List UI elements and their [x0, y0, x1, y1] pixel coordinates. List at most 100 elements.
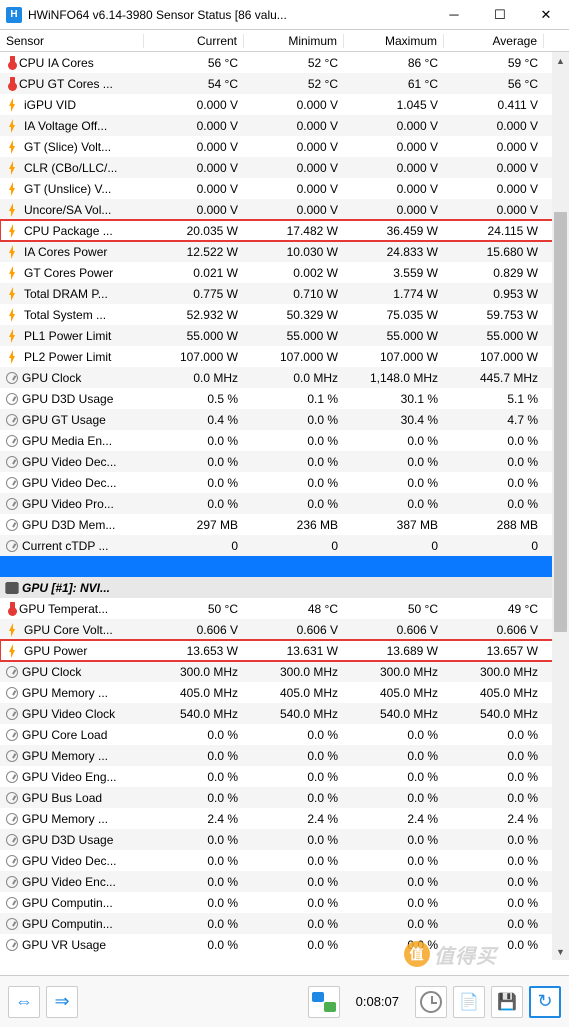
- maximize-button[interactable]: ☐: [477, 0, 523, 30]
- sensor-row[interactable]: GPU Memory ...0.0 %0.0 %0.0 %0.0 %: [0, 745, 569, 766]
- sensor-row[interactable]: GPU Video Dec...0.0 %0.0 %0.0 %0.0 %: [0, 472, 569, 493]
- val-current: 0.0 %: [144, 476, 244, 490]
- sensor-row[interactable]: GPU Clock300.0 MHz300.0 MHz300.0 MHz300.…: [0, 661, 569, 682]
- sensor-row[interactable]: GPU Video Pro...0.0 %0.0 %0.0 %0.0 %: [0, 493, 569, 514]
- sensor-row[interactable]: GPU Temperat...50 °C48 °C50 °C49 °C: [0, 598, 569, 619]
- sensor-row[interactable]: GPU Computin...0.0 %0.0 %0.0 %0.0 %: [0, 892, 569, 913]
- sensor-row[interactable]: PL2 Power Limit107.000 W107.000 W107.000…: [0, 346, 569, 367]
- sensor-row[interactable]: GPU Bus Load0.0 %0.0 %0.0 %0.0 %: [0, 787, 569, 808]
- col-minimum[interactable]: Minimum: [244, 34, 344, 48]
- titlebar[interactable]: H HWiNFO64 v6.14-3980 Sensor Status [86 …: [0, 0, 569, 30]
- sensor-name: GPU Bus Load: [22, 791, 102, 805]
- sensor-row[interactable]: CPU Package ...20.035 W17.482 W36.459 W2…: [0, 220, 569, 241]
- sensor-row[interactable]: CPU IA Cores56 °C52 °C86 °C59 °C: [0, 52, 569, 73]
- val-min: 0.0 %: [244, 770, 344, 784]
- sensor-row[interactable]: GPU Video Dec...0.0 %0.0 %0.0 %0.0 %: [0, 850, 569, 871]
- val-avg: 0.953 W: [444, 287, 544, 301]
- sensor-row[interactable]: GPU Computin...0.0 %0.0 %0.0 %0.0 %: [0, 913, 569, 934]
- val-min: 0.000 V: [244, 119, 344, 133]
- sensor-row[interactable]: GPU GT Usage0.4 %0.0 %30.4 %4.7 %: [0, 409, 569, 430]
- val-min: 2.4 %: [244, 812, 344, 826]
- clock-icon: [420, 991, 442, 1013]
- sensor-row[interactable]: PL1 Power Limit55.000 W55.000 W55.000 W5…: [0, 325, 569, 346]
- sensor-name: IA Voltage Off...: [24, 119, 107, 133]
- sensor-row[interactable]: iGPU VID0.000 V0.000 V1.045 V0.411 V: [0, 94, 569, 115]
- scroll-down-button[interactable]: ▼: [552, 943, 569, 960]
- save-button[interactable]: 💾: [491, 986, 523, 1018]
- sensor-row[interactable]: GPU Video Clock540.0 MHz540.0 MHz540.0 M…: [0, 703, 569, 724]
- sensor-row[interactable]: IA Cores Power12.522 W10.030 W24.833 W15…: [0, 241, 569, 262]
- sensor-name: GPU Video Enc...: [22, 875, 116, 889]
- gauge-icon: [6, 729, 18, 741]
- sensor-row[interactable]: GPU D3D Mem...297 MB236 MB387 MB288 MB: [0, 514, 569, 535]
- sensor-name: GPU Video Eng...: [22, 770, 117, 784]
- sensor-row[interactable]: GPU D3D Usage0.0 %0.0 %0.0 %0.0 %: [0, 829, 569, 850]
- sensor-row[interactable]: GPU VR Usage0.0 %0.0 %0.0 %0.0 %: [0, 934, 569, 955]
- sensor-row[interactable]: GPU Memory ...405.0 MHz405.0 MHz405.0 MH…: [0, 682, 569, 703]
- sensor-row[interactable]: GPU Video Eng...0.0 %0.0 %0.0 %0.0 %: [0, 766, 569, 787]
- val-min: 0.0 %: [244, 875, 344, 889]
- val-max: 0.0 %: [344, 833, 444, 847]
- sensor-row[interactable]: Uncore/SA Vol...0.000 V0.000 V0.000 V0.0…: [0, 199, 569, 220]
- sensor-row[interactable]: GPU Power13.653 W13.631 W13.689 W13.657 …: [0, 640, 569, 661]
- sensor-row[interactable]: GPU D3D Usage0.5 %0.1 %30.1 %5.1 %: [0, 388, 569, 409]
- val-current: 0.0 %: [144, 749, 244, 763]
- reset-button[interactable]: ↻: [529, 986, 561, 1018]
- network-button[interactable]: [308, 986, 340, 1018]
- val-min: 0.0 %: [244, 917, 344, 931]
- sensor-row[interactable]: IA Voltage Off...0.000 V0.000 V0.000 V0.…: [0, 115, 569, 136]
- val-min: 50.329 W: [244, 308, 344, 322]
- log-button[interactable]: 📄: [453, 986, 485, 1018]
- val-max: 0.0 %: [344, 938, 444, 952]
- val-current: 0.0 %: [144, 770, 244, 784]
- sensor-row[interactable]: GPU Video Enc...0.0 %0.0 %0.0 %0.0 %: [0, 871, 569, 892]
- sensor-row[interactable]: CLR (CBo/LLC/...0.000 V0.000 V0.000 V0.0…: [0, 157, 569, 178]
- sensor-row[interactable]: GPU Clock0.0 MHz0.0 MHz1,148.0 MHz445.7 …: [0, 367, 569, 388]
- val-current: 0.000 V: [144, 140, 244, 154]
- sensor-row[interactable]: GT (Slice) Volt...0.000 V0.000 V0.000 V0…: [0, 136, 569, 157]
- bolt-icon: [6, 308, 20, 322]
- sensor-row[interactable]: Current cTDP ...0000: [0, 535, 569, 556]
- col-average[interactable]: Average: [444, 34, 544, 48]
- sensor-row[interactable]: GPU Core Load0.0 %0.0 %0.0 %0.0 %: [0, 724, 569, 745]
- sensor-row[interactable]: CPU GT Cores ...54 °C52 °C61 °C56 °C: [0, 73, 569, 94]
- val-max: 300.0 MHz: [344, 665, 444, 679]
- col-maximum[interactable]: Maximum: [344, 34, 444, 48]
- scrollbar[interactable]: ▲ ▼: [552, 52, 569, 960]
- val-avg: 0.000 V: [444, 119, 544, 133]
- bolt-icon: [6, 119, 20, 133]
- sensor-row[interactable]: GPU Media En...0.0 %0.0 %0.0 %0.0 %: [0, 430, 569, 451]
- minimize-button[interactable]: ─: [431, 0, 477, 30]
- sensor-row[interactable]: GPU Video Dec...0.0 %0.0 %0.0 %0.0 %: [0, 451, 569, 472]
- sensor-name: GPU Memory ...: [22, 686, 108, 700]
- val-current: 540.0 MHz: [144, 707, 244, 721]
- sensor-name: GPU Memory ...: [22, 749, 108, 763]
- sensor-row[interactable]: Total DRAM P...0.775 W0.710 W1.774 W0.95…: [0, 283, 569, 304]
- sensor-row[interactable]: Total System ...52.932 W50.329 W75.035 W…: [0, 304, 569, 325]
- sensor-row[interactable]: GT (Unslice) V...0.000 V0.000 V0.000 V0.…: [0, 178, 569, 199]
- val-current: 0.000 V: [144, 182, 244, 196]
- scroll-up-button[interactable]: ▲: [552, 52, 569, 69]
- gauge-icon: [6, 834, 18, 846]
- val-min: 10.030 W: [244, 245, 344, 259]
- collapse-button[interactable]: ⇒: [46, 986, 78, 1018]
- sensor-name: GPU D3D Mem...: [22, 518, 115, 532]
- table-header[interactable]: Sensor Current Minimum Maximum Average: [0, 30, 569, 52]
- bolt-icon: [6, 266, 20, 280]
- val-avg: 540.0 MHz: [444, 707, 544, 721]
- col-current[interactable]: Current: [144, 34, 244, 48]
- clock-button[interactable]: [415, 986, 447, 1018]
- sensor-row[interactable]: GPU Core Volt...0.606 V0.606 V0.606 V0.6…: [0, 619, 569, 640]
- close-button[interactable]: ✕: [523, 0, 569, 30]
- val-min: 0.0 %: [244, 749, 344, 763]
- sensor-name: CPU IA Cores: [19, 56, 94, 70]
- sensor-row[interactable]: GT Cores Power0.021 W0.002 W3.559 W0.829…: [0, 262, 569, 283]
- val-current: 0.0 %: [144, 728, 244, 742]
- val-avg: 405.0 MHz: [444, 686, 544, 700]
- section-header[interactable]: GPU [#1]: NVI...: [0, 577, 569, 598]
- val-min: 540.0 MHz: [244, 707, 344, 721]
- sensor-row[interactable]: GPU Memory ...2.4 %2.4 %2.4 %2.4 %: [0, 808, 569, 829]
- col-sensor[interactable]: Sensor: [0, 34, 144, 48]
- scroll-thumb[interactable]: [554, 212, 567, 632]
- expand-all-button[interactable]: ⇔: [8, 986, 40, 1018]
